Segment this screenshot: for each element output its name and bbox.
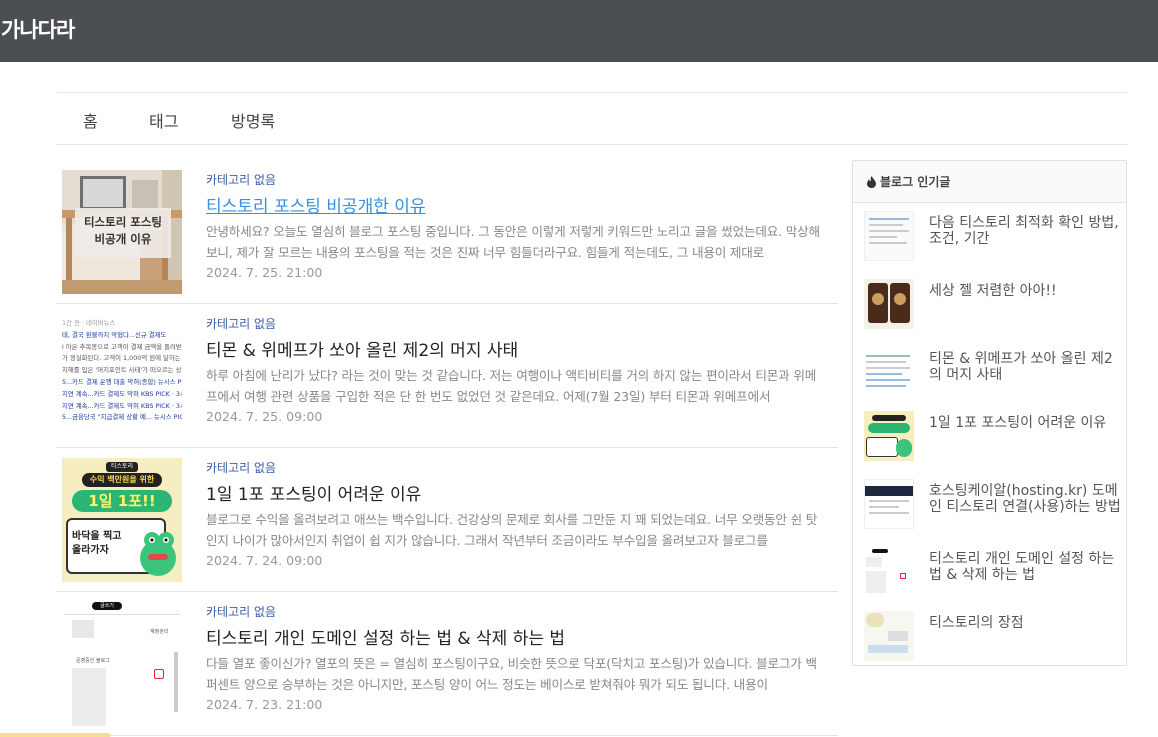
- bottom-indicator: [0, 733, 110, 737]
- thumb-scrollbar: [174, 652, 178, 712]
- popular-thumbnail: [864, 611, 914, 661]
- post-item: 티스토리 수익 백만원을 위한 1일 1포!! 바닥을 찍고 올라가자 카테고리…: [57, 448, 838, 592]
- popular-item-title: 티스토리의 장점: [929, 615, 1024, 631]
- popular-item-title: 다음 티스토리 최적화 확인 방법, 조건, 기간: [929, 215, 1119, 247]
- post-thumbnail[interactable]: 티스토리 포스팅 비공개 이유: [62, 170, 182, 294]
- thumb-blur: [72, 668, 106, 726]
- post-title[interactable]: 티스토리 개인 도메인 설정 하는 법 & 삭제 하는 법: [206, 624, 565, 649]
- sidebar-heading-label: 블로그 인기글: [880, 175, 951, 189]
- popular-thumbnail: [864, 347, 914, 397]
- post-title[interactable]: 1일 1포 포스팅이 어려운 이유: [206, 480, 421, 505]
- popular-item-title: 티스토리 개인 도메인 설정 하는 법 & 삭제 하는 법: [929, 551, 1115, 583]
- popular-item-title: 티몬 & 위메프가 쏘아 올린 제2의 머지 사태: [929, 351, 1113, 383]
- post-item: 글쓰기 계정관리 운영중인 블로그 카테고리 없음 티스토리 개인 도메인 설정…: [57, 592, 838, 736]
- news-line: 지해를 입은 '머지포인트 사태'가 떠오르는 상: [62, 366, 182, 375]
- post-excerpt[interactable]: 안녕하세요? 오늘도 열심히 블로그 포스팅 중입니다. 그 동안은 이렇게 저…: [206, 221, 820, 263]
- popular-item[interactable]: 호스팅케이알(hosting.kr) 도메인 티스토리 연결(사용)하는 방법: [864, 477, 1121, 531]
- popular-item[interactable]: 티스토리 개인 도메인 설정 하는 법 & 삭제 하는 법: [864, 545, 1119, 599]
- thumb-caption: 티스토리 포스팅 비공개 이유: [83, 215, 163, 246]
- post-date: 2024. 7. 25. 09:00: [206, 409, 323, 424]
- site-title[interactable]: 가나다라: [1, 14, 75, 44]
- post-thumbnail[interactable]: 1간 전 · 네이버뉴스 태, 결국 환불까지 막혔다...신규 결제도 l 아…: [62, 314, 182, 438]
- post-item: 1간 전 · 네이버뉴스 태, 결국 환불까지 막혔다...신규 결제도 l 아…: [57, 304, 838, 448]
- popular-item[interactable]: 다음 티스토리 최적화 확인 방법, 조건, 기간: [864, 209, 1119, 263]
- popular-item-title: 1일 1포 포스팅이 어려운 이유: [929, 415, 1107, 431]
- popular-thumbnail: [864, 479, 914, 529]
- popular-item-title: 세상 젤 저렴한 아아!!: [929, 283, 1057, 299]
- thumb-list-label: 운영중인 블로그: [76, 658, 110, 664]
- popular-item-title: 호스팅케이알(hosting.kr) 도메인 티스토리 연결(사용)하는 방법: [929, 483, 1121, 515]
- post-date: 2024. 7. 24. 09:00: [206, 553, 323, 568]
- popular-item[interactable]: 티스토리의 장점: [864, 609, 1119, 663]
- post-title[interactable]: 티몬 & 위메프가 쏘아 올린 제2의 머지 사태: [206, 336, 518, 361]
- news-line: 지연 계속...카드 결제도 막혀 KBS PICK · 3시간: [62, 389, 182, 398]
- thumb-subtitle: 수익 백만원을 위한: [82, 473, 162, 487]
- news-line: 가 정실화된다. 고객이 1,000억 원에 달하는: [62, 354, 181, 363]
- post-category[interactable]: 카테고리 없음: [206, 603, 276, 620]
- main-nav: 홈 태그 방명록: [57, 92, 1127, 145]
- post-title[interactable]: 티스토리 포스팅 비공개한 이유: [206, 192, 426, 217]
- post-excerpt[interactable]: 다들 열포 좋이신가? 열포의 뜻은 = 열심히 포스팅이구요, 비슷한 뜻으로…: [206, 653, 820, 695]
- post-date: 2024. 7. 23. 21:00: [206, 697, 323, 712]
- popular-item[interactable]: 세상 젤 저렴한 아아!!: [864, 277, 1119, 331]
- post-category[interactable]: 카테고리 없음: [206, 171, 276, 188]
- popular-item[interactable]: 티몬 & 위메프가 쏘아 올린 제2의 머지 사태: [864, 345, 1119, 399]
- popular-thumbnail: [864, 211, 914, 261]
- crocodile-mascot-icon: [140, 532, 176, 576]
- fire-icon: [867, 176, 876, 188]
- post-excerpt[interactable]: 하루 아침에 난리가 났다? 라는 것이 맞는 것 같습니다. 저는 여행이나 …: [206, 365, 820, 407]
- thumb-headline: 1일 1포!!: [72, 490, 172, 512]
- thumb-write-button: 글쓰기: [92, 602, 122, 610]
- popular-item[interactable]: 1일 1포 포스팅이 어려운 이유: [864, 409, 1119, 463]
- post-thumbnail[interactable]: 글쓰기 계정관리 운영중인 블로그: [62, 602, 182, 726]
- news-line: 5...금융당국 "지급결제 상황 예... 뉴시스 PICK: [62, 413, 182, 422]
- popular-thumbnail: [864, 547, 914, 597]
- thumb-badge: 티스토리: [106, 462, 138, 472]
- post-category[interactable]: 카테고리 없음: [206, 459, 276, 476]
- nav-guestbook[interactable]: 방명록: [231, 108, 275, 132]
- news-line: 지연 계속...카드 결제도 막혀 KBS PICK · 3시간: [62, 401, 182, 410]
- post-category[interactable]: 카테고리 없음: [206, 315, 276, 332]
- thumb-highlight: [154, 669, 164, 679]
- news-line: 5...카드 결제 운행 대출 막혀(종합) 뉴시스 PICK: [62, 377, 182, 386]
- post-item: 티스토리 포스팅 비공개 이유 카테고리 없음 티스토리 포스팅 비공개한 이유…: [57, 160, 838, 304]
- news-line: 1간 전 · 네이버뉴스: [62, 319, 116, 327]
- thumb-box-text: 바닥을 찍고 올라가자: [72, 531, 122, 556]
- news-line: 태, 결국 환불까지 막혔다...신규 결제도: [62, 330, 167, 339]
- post-excerpt[interactable]: 블로그로 수익을 올려보려고 애쓰는 백수입니다. 건강상의 문제로 회사를 그…: [206, 509, 820, 551]
- thumb-divider: [64, 614, 180, 615]
- popular-thumbnail: [864, 411, 914, 461]
- post-thumbnail[interactable]: 티스토리 수익 백만원을 위한 1일 1포!! 바닥을 찍고 올라가자: [62, 458, 182, 582]
- sidebar-heading: 블로그 인기글: [853, 161, 1126, 203]
- news-line: l 아온 추목봉으로 고객이 결제 금액을 돌려받: [62, 342, 182, 351]
- top-header: 가나다라: [0, 0, 1158, 62]
- thumb-manage-label: 계정관리: [150, 629, 169, 635]
- news-list-thumbnail: 1간 전 · 네이버뉴스 태, 결국 환불까지 막혔다...신규 결제도 l 아…: [62, 318, 182, 424]
- popular-thumbnail: [864, 279, 914, 329]
- popular-posts-sidebar: 블로그 인기글 다음 티스토리 최적화 확인 방법, 조건, 기간 세상 젤 저…: [852, 160, 1127, 666]
- nav-home[interactable]: 홈: [83, 108, 98, 132]
- nav-tags[interactable]: 태그: [149, 108, 178, 132]
- post-date: 2024. 7. 25. 21:00: [206, 265, 323, 280]
- thumb-blur: [72, 620, 94, 638]
